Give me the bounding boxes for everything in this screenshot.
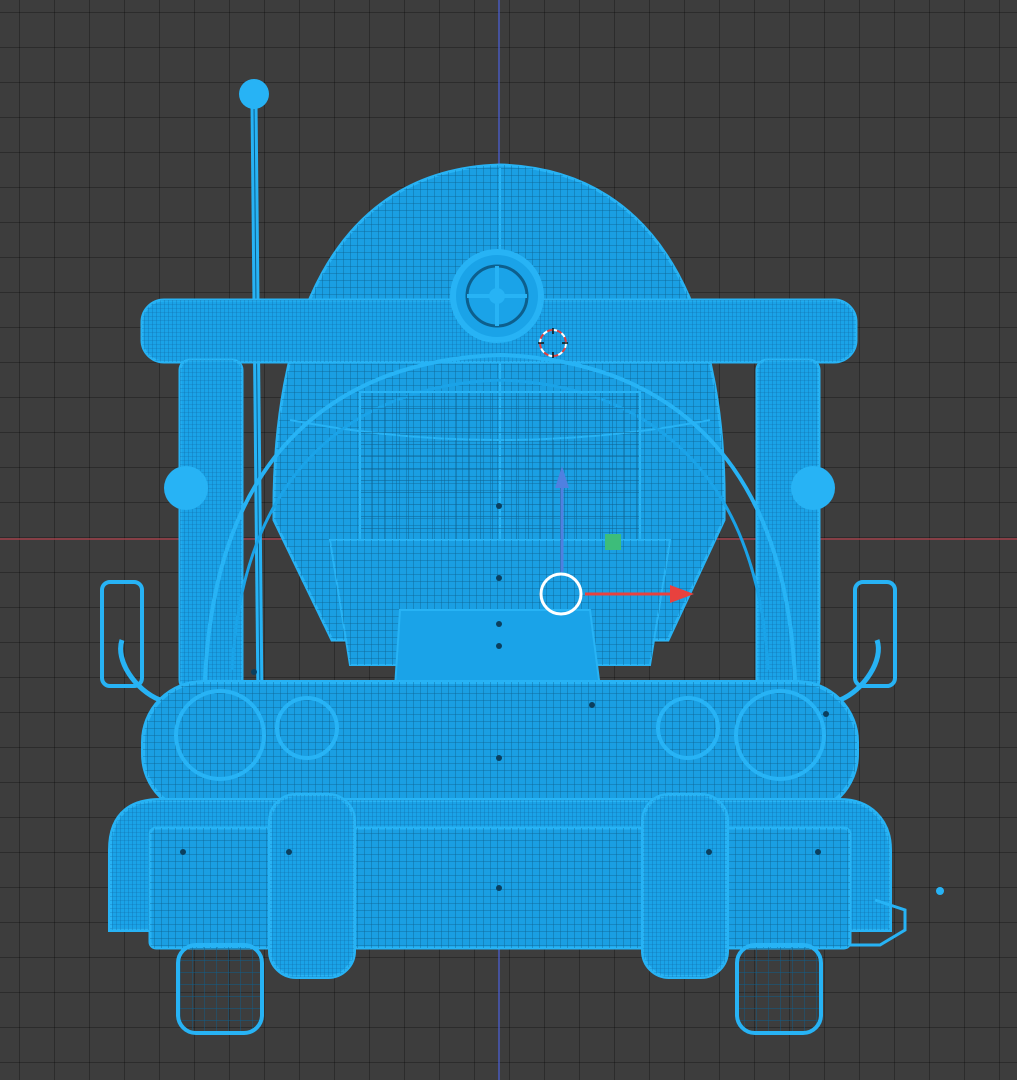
tire-right bbox=[735, 943, 823, 1035]
wheel-guard-left bbox=[268, 793, 356, 979]
vehicle-model[interactable] bbox=[100, 79, 907, 1035]
empty-object[interactable] bbox=[936, 887, 944, 895]
3d-viewport[interactable] bbox=[0, 0, 1017, 1080]
left-pillar bbox=[164, 358, 244, 692]
bumper bbox=[108, 798, 907, 950]
tire-left bbox=[176, 943, 264, 1035]
wheel-guard-right bbox=[641, 793, 729, 979]
right-mirror bbox=[838, 580, 897, 703]
right-pillar bbox=[755, 358, 835, 692]
hood bbox=[141, 680, 859, 816]
viewport-scene[interactable] bbox=[0, 0, 1017, 1080]
steering-wheel bbox=[450, 249, 544, 343]
left-mirror bbox=[100, 580, 162, 703]
gizmo-xz-plane[interactable] bbox=[605, 534, 621, 550]
